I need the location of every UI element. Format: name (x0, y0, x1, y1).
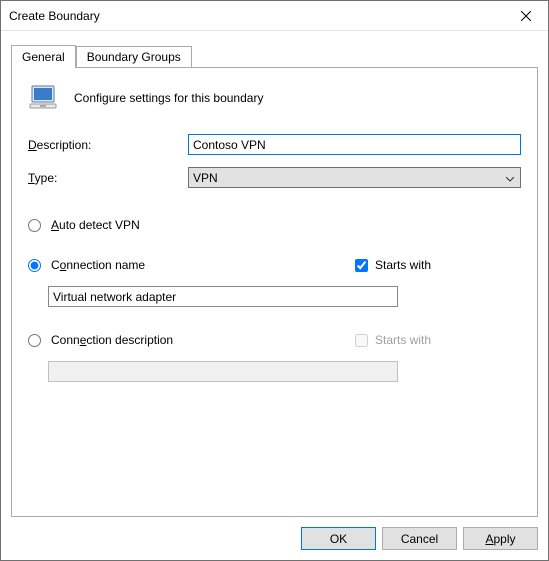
description-label: Description: (28, 138, 188, 152)
connection-description-input (48, 361, 398, 382)
radio-auto-detect-label: Auto detect VPN (51, 218, 140, 232)
radio-connection-name-input[interactable] (28, 259, 41, 272)
type-select-wrap: VPN (188, 167, 521, 188)
checkbox-starts-with-desc: Starts with (351, 331, 431, 350)
radio-connection-name[interactable]: Connection name (28, 258, 145, 272)
description-input[interactable] (188, 134, 521, 155)
window-title: Create Boundary (9, 9, 100, 23)
connection-name-input[interactable] (48, 286, 398, 307)
panel-header-text: Configure settings for this boundary (74, 91, 263, 105)
checkbox-starts-with-name[interactable]: Starts with (351, 256, 431, 275)
tab-general[interactable]: General (11, 45, 76, 68)
checkbox-starts-with-name-label: Starts with (375, 258, 431, 272)
apply-button[interactable]: Apply (463, 527, 538, 550)
close-button[interactable] (503, 1, 548, 30)
checkbox-starts-with-desc-label: Starts with (375, 333, 431, 347)
cancel-button[interactable]: Cancel (382, 527, 457, 550)
dialog-buttons: OK Cancel Apply (301, 527, 538, 550)
type-select-value: VPN (193, 171, 218, 185)
titlebar[interactable]: Create Boundary (1, 1, 548, 31)
checkbox-starts-with-desc-input (355, 334, 368, 347)
dialog-content: General Boundary Groups Configure settin… (1, 31, 548, 517)
radio-auto-detect-input[interactable] (28, 219, 41, 232)
radio-connection-description-label: Connection description (51, 333, 173, 347)
type-label: Type: (28, 171, 188, 185)
row-description: Description: (28, 134, 521, 155)
close-icon (521, 11, 531, 21)
tabs: General Boundary Groups (11, 45, 538, 67)
radio-connection-name-label: Connection name (51, 258, 145, 272)
tab-boundary-groups[interactable]: Boundary Groups (76, 46, 192, 67)
row-connection-description: Connection description Starts with (28, 323, 521, 357)
type-select[interactable]: VPN (188, 167, 521, 188)
checkbox-starts-with-name-input[interactable] (355, 259, 368, 272)
panel-header: Configure settings for this boundary (28, 82, 521, 114)
radio-auto-detect[interactable]: Auto detect VPN (28, 218, 521, 232)
radio-connection-description-input[interactable] (28, 334, 41, 347)
radio-connection-description[interactable]: Connection description (28, 333, 173, 347)
ok-button[interactable]: OK (301, 527, 376, 550)
tabpanel-general: Configure settings for this boundary Des… (11, 67, 538, 517)
chevron-down-icon (506, 171, 514, 185)
computer-icon (28, 82, 60, 114)
row-connection-name: Connection name Starts with (28, 248, 521, 282)
row-type: Type: VPN (28, 167, 521, 188)
